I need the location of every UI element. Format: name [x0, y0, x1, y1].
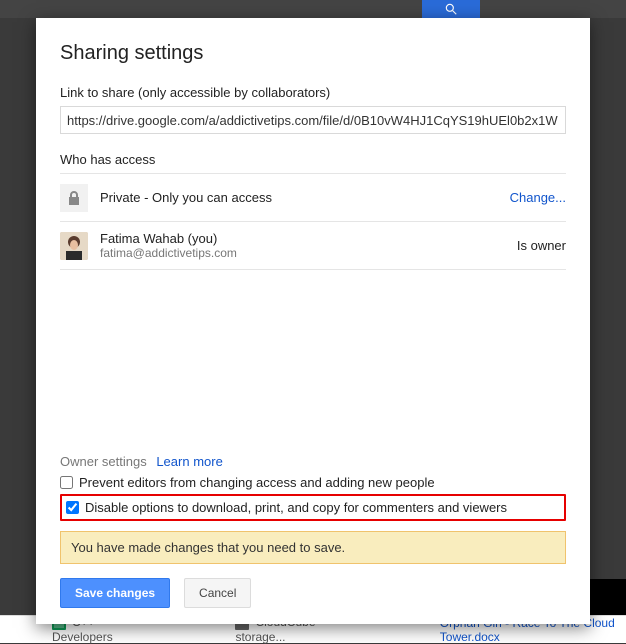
search-icon	[444, 2, 458, 16]
disable-download-label: Disable options to download, print, and …	[85, 500, 507, 515]
lock-icon	[60, 184, 88, 212]
disable-download-row[interactable]: Disable options to download, print, and …	[66, 498, 560, 517]
sharing-settings-dialog: Sharing settings Link to share (only acc…	[36, 18, 590, 624]
cancel-button[interactable]: Cancel	[184, 578, 251, 608]
share-link-input[interactable]	[60, 106, 566, 134]
prevent-editors-label: Prevent editors from changing access and…	[79, 475, 435, 490]
owner-settings-label: Owner settings	[60, 454, 147, 469]
dialog-buttons: Save changes Cancel	[60, 578, 566, 608]
access-heading: Who has access	[60, 152, 566, 167]
owner-settings-line: Owner settings Learn more	[60, 454, 566, 469]
change-privacy-link[interactable]: Change...	[510, 190, 566, 205]
save-button[interactable]: Save changes	[60, 578, 170, 608]
dialog-title: Sharing settings	[60, 42, 566, 65]
disable-download-checkbox[interactable]	[66, 501, 79, 514]
prevent-editors-row[interactable]: Prevent editors from changing access and…	[60, 473, 566, 492]
owner-identity: Fatima Wahab (you) fatima@addictivetips.…	[100, 231, 517, 260]
prevent-editors-checkbox[interactable]	[60, 476, 73, 489]
disable-download-highlight: Disable options to download, print, and …	[60, 494, 566, 521]
privacy-row: Private - Only you can access Change...	[60, 174, 566, 222]
search-button-bg	[422, 0, 480, 18]
privacy-text: Private - Only you can access	[100, 190, 510, 205]
owner-name: Fatima Wahab (you)	[100, 231, 517, 246]
owner-email: fatima@addictivetips.com	[100, 246, 517, 260]
avatar	[60, 232, 88, 260]
owner-row: Fatima Wahab (you) fatima@addictivetips.…	[60, 222, 566, 270]
learn-more-link[interactable]: Learn more	[156, 454, 222, 469]
owner-role: Is owner	[517, 238, 566, 253]
unsaved-changes-notice: You have made changes that you need to s…	[60, 531, 566, 564]
share-link-label: Link to share (only accessible by collab…	[60, 85, 566, 100]
bg-dark-strip	[590, 579, 626, 615]
app-topbar	[0, 0, 626, 18]
